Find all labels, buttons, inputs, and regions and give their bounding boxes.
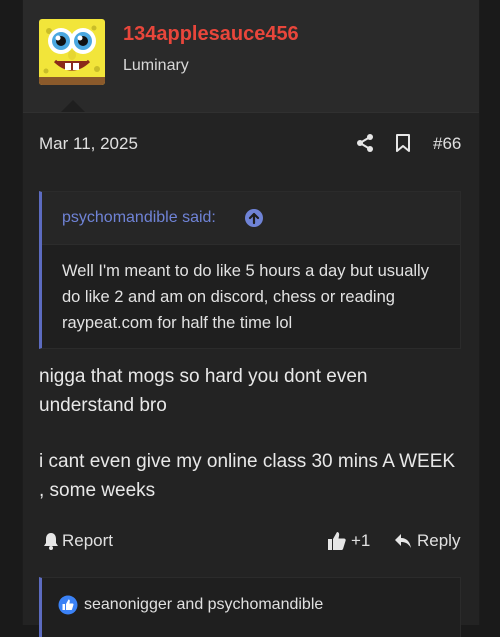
share-icon[interactable] bbox=[355, 133, 375, 158]
post-date[interactable]: Mar 11, 2025 bbox=[39, 134, 138, 154]
bell-icon bbox=[44, 533, 58, 550]
avatar[interactable] bbox=[39, 19, 105, 85]
spongebob-avatar-icon bbox=[39, 19, 105, 85]
bookmark-icon[interactable] bbox=[395, 133, 411, 158]
user-title: Luminary bbox=[123, 57, 189, 74]
post: 134applesauce456 Luminary Mar 11, 2025 #… bbox=[22, 0, 480, 637]
user-block: 134applesauce456 Luminary bbox=[23, 0, 479, 113]
quote-header: psychomandible said: bbox=[42, 192, 460, 245]
thumbs-up-icon bbox=[328, 532, 346, 550]
quote-block: psychomandible said: Well I'm meant to d… bbox=[39, 191, 461, 349]
quote-author[interactable]: psychomandible said: bbox=[62, 209, 216, 227]
reactions-bar: seanonigger and psychomandible bbox=[39, 577, 461, 637]
reply-button[interactable]: Reply bbox=[394, 531, 460, 551]
like-button[interactable]: +1 bbox=[327, 531, 370, 551]
arrow-up-circle-icon[interactable] bbox=[244, 208, 264, 233]
message-body: nigga that mogs so hard you dont even un… bbox=[39, 363, 459, 505]
reply-label: Reply bbox=[417, 531, 461, 550]
post-number[interactable]: #66 bbox=[433, 134, 461, 154]
like-count: +1 bbox=[351, 531, 371, 550]
report-button[interactable]: Report bbox=[43, 531, 113, 551]
message-paragraph: nigga that mogs so hard you dont even un… bbox=[39, 366, 368, 416]
like-reaction-icon bbox=[58, 595, 78, 620]
reaction-users[interactable]: seanonigger and psychomandible bbox=[84, 596, 323, 614]
username[interactable]: 134applesauce456 bbox=[123, 23, 299, 46]
message-paragraph: i cant even give my online class 30 mins… bbox=[39, 451, 456, 501]
report-label: Report bbox=[62, 531, 114, 550]
quote-text: Well I'm meant to do like 5 hours a day … bbox=[62, 262, 429, 332]
message-pointer bbox=[61, 100, 85, 112]
reply-arrow-icon bbox=[395, 534, 411, 548]
